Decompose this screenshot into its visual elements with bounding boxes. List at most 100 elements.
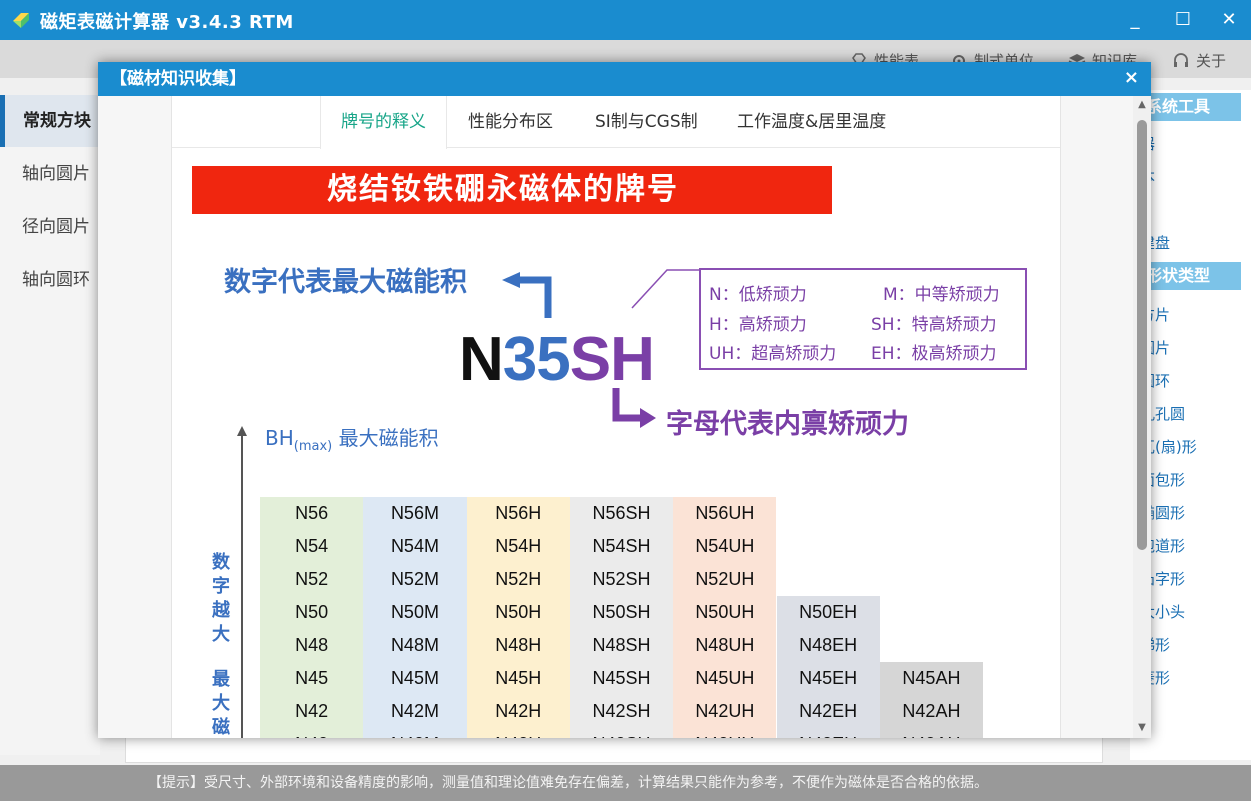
dialog-title: 【磁材知识收集】 bbox=[110, 69, 246, 89]
dialog-body: 牌号的释义 性能分布区 SI制与CGS制 工作温度&居里温度 烧结钕铁硼永磁体的… bbox=[98, 96, 1151, 738]
status-bar: 【提示】受尺寸、外部环境和设备精度的影响，测量值和理论值难免存在偏差，计算结果只… bbox=[0, 765, 1251, 801]
grade-cell: N48H bbox=[495, 635, 542, 655]
grade-cell: N52 bbox=[295, 569, 329, 589]
system-tools-header: 系统工具 bbox=[1140, 93, 1241, 121]
grade-code-n: N bbox=[459, 325, 504, 394]
grade-cell: N50UH bbox=[695, 602, 755, 622]
grade-cell: N56SH bbox=[592, 503, 651, 523]
tab-working-temperature[interactable]: 工作温度&居里温度 bbox=[717, 96, 906, 148]
close-button[interactable]: ✕ bbox=[1216, 8, 1242, 32]
grade-cell: N42SH bbox=[592, 701, 651, 721]
grade-cell: N54M bbox=[390, 536, 439, 556]
grade-column: N56SH N54SH N52SH N50SH N48SH N45SH N42SH N40SH bbox=[569, 497, 674, 738]
legend-item-uh: UH：超高矫顽力 bbox=[709, 344, 837, 364]
tab-bar: 牌号的释义 性能分布区 SI制与CGS制 工作温度&居里温度 bbox=[172, 96, 1060, 149]
grade-cell: N45M bbox=[390, 668, 439, 688]
grade-cell: N50H bbox=[495, 602, 542, 622]
grade-cell: N50 bbox=[295, 602, 329, 622]
grade-cell: N42EH bbox=[799, 701, 858, 721]
grade-cell: N40H bbox=[467, 728, 570, 738]
left-sidebar: 常规方块 轴向圆片 径向圆片 轴向圆环 bbox=[0, 95, 100, 755]
vertical-text-max-energy: 最大磁 bbox=[212, 669, 230, 738]
knowledge-dialog: 【磁材知识收集】 × 牌号的释义 性能分布区 SI制与CGS制 工作温度&居里温… bbox=[98, 62, 1151, 738]
grade-cell: N52SH bbox=[592, 569, 651, 589]
legend-item-h: H：高矫顽力 bbox=[709, 315, 807, 335]
grade-cell: N56M bbox=[390, 503, 439, 523]
minimize-button[interactable]: _ bbox=[1122, 8, 1148, 32]
grade-cell: N45UH bbox=[695, 668, 755, 688]
scrollbar-thumb[interactable] bbox=[1137, 120, 1147, 550]
app-logo-icon bbox=[13, 13, 29, 28]
grade-cell: N52M bbox=[390, 569, 439, 589]
menu-label: 关于 bbox=[1196, 52, 1227, 70]
purple-arrow-icon bbox=[612, 388, 656, 428]
sidebar-item-axial-ring[interactable]: 轴向圆环 bbox=[0, 254, 100, 306]
grade-cell: N42M bbox=[390, 701, 439, 721]
grade-cell: N40EH bbox=[777, 728, 880, 738]
grade-column: N56M N54M N52M N50M N48M N45M N42M N40M bbox=[363, 497, 467, 738]
grade-cell: N42AH bbox=[902, 701, 961, 721]
grade-cell: N48 bbox=[295, 635, 329, 655]
grade-cell: N56H bbox=[495, 503, 542, 523]
grade-cell: N45EH bbox=[799, 668, 858, 688]
grade-cell: N48M bbox=[390, 635, 439, 655]
vertical-text-bigger-number: 数字越大 bbox=[212, 552, 230, 645]
app-title: 磁矩表磁计算器 v3.4.3 RTM bbox=[40, 12, 294, 33]
grade-code-number: 35 bbox=[502, 325, 571, 394]
grade-column: N56 N54 N52 N50 N48 N45 N42 N40 bbox=[260, 497, 364, 738]
dialog-close-icon[interactable]: × bbox=[1124, 67, 1139, 88]
grade-cell: N42UH bbox=[695, 701, 755, 721]
grade-cell: N56UH bbox=[695, 503, 755, 523]
vertical-scrollbar[interactable]: ▲ ▼ bbox=[1133, 96, 1151, 738]
coercivity-legend-box: N：低矫顽力 M：中等矫顽力 H：高矫顽力 SH：特高矫顽力 UH：超高矫顽力 … bbox=[699, 268, 1027, 370]
sidebar-item-radial-disc[interactable]: 径向圆片 bbox=[0, 201, 100, 253]
grade-cell: N54UH bbox=[695, 536, 755, 556]
grade-cell: N40UH bbox=[673, 728, 776, 738]
legend-item-eh: EH：极高矫顽力 bbox=[871, 344, 997, 364]
grade-cell: N42 bbox=[295, 701, 329, 721]
grade-cell: N45 bbox=[295, 668, 329, 688]
grade-cell: N40AH bbox=[880, 728, 983, 738]
grade-cell: N40 bbox=[260, 728, 363, 738]
legend-item-sh: SH：特高矫顽力 bbox=[871, 315, 997, 335]
dialog-title-bar: 【磁材知识收集】 bbox=[98, 62, 1151, 96]
title-bar: 磁矩表磁计算器 v3.4.3 RTM _ ☐ ✕ bbox=[0, 0, 1251, 40]
grade-cell: N42H bbox=[495, 701, 542, 721]
grade-code: N35SH bbox=[459, 324, 655, 395]
grade-cell: N50EH bbox=[799, 602, 858, 622]
legend-item-n: N：低矫顽力 bbox=[709, 285, 807, 305]
grade-cell: N54 bbox=[295, 536, 329, 556]
grade-cell: N48EH bbox=[799, 635, 858, 655]
sidebar-item-axial-disc[interactable]: 轴向圆片 bbox=[0, 148, 100, 200]
tab-performance-distribution[interactable]: 性能分布区 bbox=[448, 96, 573, 148]
grade-cell: N52UH bbox=[695, 569, 755, 589]
grade-column: N56UH N54UH N52UH N50UH N48UH N45UH N42UH N40UH bbox=[673, 497, 777, 738]
bh-max-label: BH(max) 最大磁能积 bbox=[265, 426, 439, 454]
grade-cell: N45SH bbox=[592, 668, 651, 688]
tab-si-cgs[interactable]: SI制与CGS制 bbox=[575, 96, 718, 148]
blue-arrow-icon bbox=[502, 272, 552, 318]
grade-cell: N40SH bbox=[570, 728, 673, 738]
grade-cell: N48UH bbox=[695, 635, 755, 655]
grade-column: N45AH N42AH N40AH bbox=[879, 662, 984, 738]
grade-column: N50EH N48EH N45EH N42EH N40EH bbox=[776, 596, 880, 738]
grade-cell: N45AH bbox=[902, 668, 961, 688]
shape-types-header: 形状类型 bbox=[1140, 262, 1241, 290]
grade-cell: N56 bbox=[295, 503, 329, 523]
menu-about[interactable]: 关于 bbox=[1172, 50, 1226, 71]
headset-icon bbox=[1174, 52, 1188, 67]
grade-code-suffix: SH bbox=[569, 325, 655, 394]
y-axis-arrow bbox=[237, 426, 247, 738]
grade-cell: N48SH bbox=[592, 635, 651, 655]
infographic-banner: 烧结钕铁硼永磁体的牌号 bbox=[192, 166, 832, 214]
grade-cell: N54H bbox=[495, 536, 542, 556]
grade-cell: N52H bbox=[495, 569, 542, 589]
sidebar-item-square-block[interactable]: 常规方块 bbox=[0, 95, 100, 147]
grade-cell: N50SH bbox=[592, 602, 651, 622]
scroll-down-arrow-icon[interactable]: ▼ bbox=[1136, 722, 1148, 734]
scroll-up-arrow-icon[interactable]: ▲ bbox=[1136, 99, 1148, 111]
maximize-button[interactable]: ☐ bbox=[1170, 8, 1196, 32]
grade-cell: N40M bbox=[363, 728, 466, 738]
tab-grade-meaning[interactable]: 牌号的释义 bbox=[320, 96, 447, 149]
content-card: 牌号的释义 性能分布区 SI制与CGS制 工作温度&居里温度 烧结钕铁硼永磁体的… bbox=[171, 96, 1061, 738]
